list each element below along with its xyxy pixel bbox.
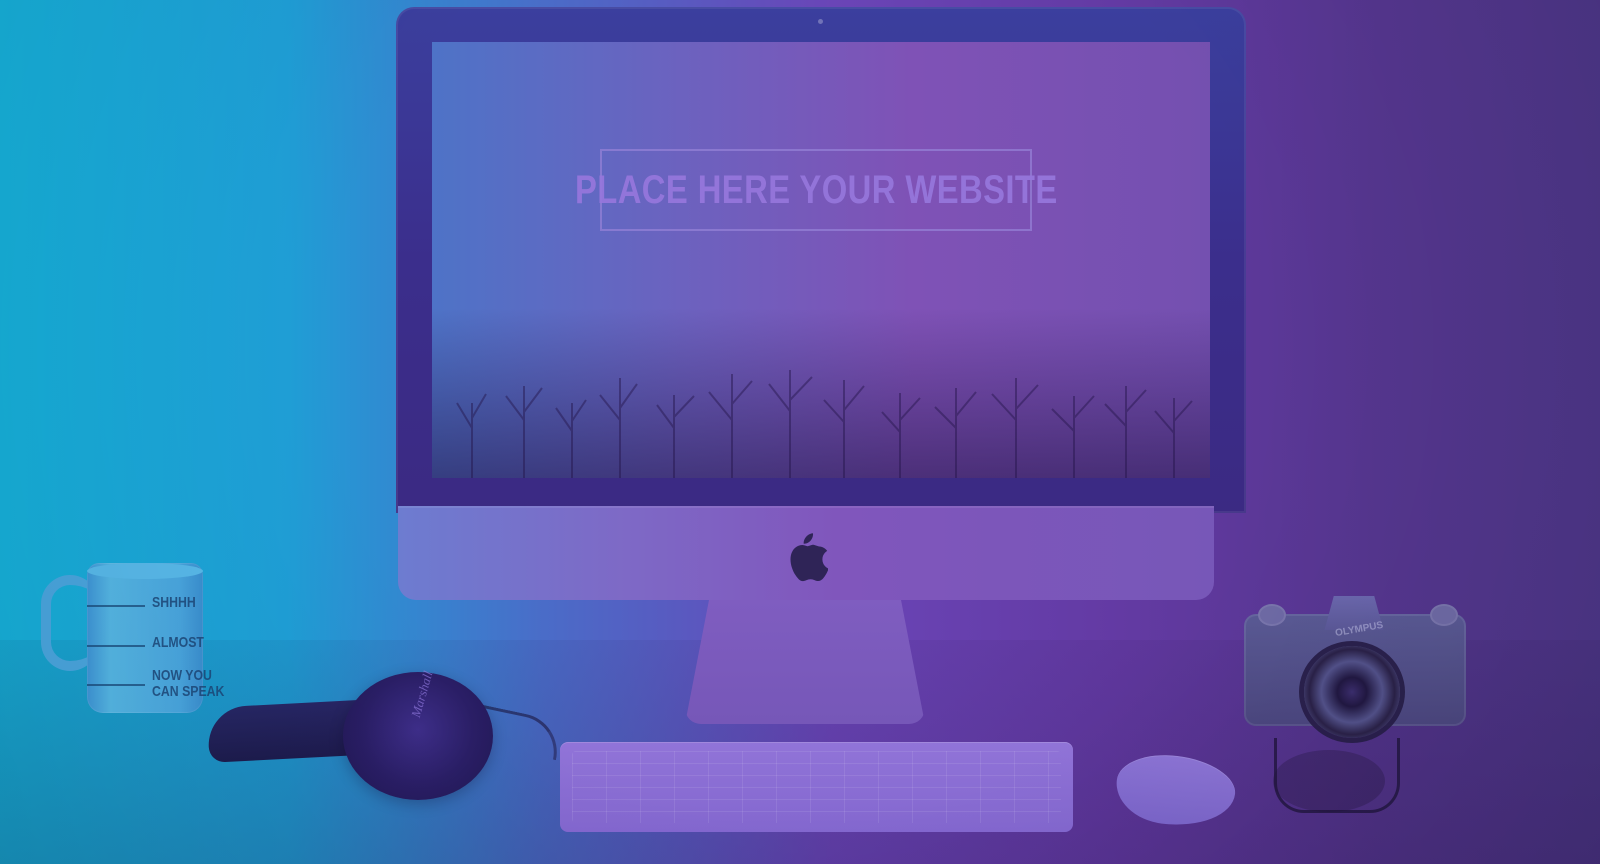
apple-icon <box>790 533 828 582</box>
trees-illustration <box>456 370 1193 478</box>
mug-fill-line-3 <box>87 684 145 686</box>
keyboard <box>560 742 1073 832</box>
mug-fill-line-2 <box>87 645 145 647</box>
mug-fill-line-1 <box>87 605 145 607</box>
website-placeholder-text: PLACE HERE YOUR WEBSITE <box>574 167 1058 212</box>
camera-strap <box>1274 738 1400 813</box>
monitor-screen: PLACE HERE YOUR WEBSITE <box>432 42 1210 478</box>
keyboard-keys <box>572 751 1061 823</box>
hero-scene: PLACE HERE YOUR WEBSITE SHHHH ALMOST NOW… <box>0 0 1600 864</box>
camera-dial-right <box>1430 604 1458 626</box>
mug-label-1: SHHHH <box>152 594 196 611</box>
film-camera: OLYMPUS <box>1238 590 1478 820</box>
camera-dot-icon <box>818 19 823 24</box>
headphones: Marshall <box>188 660 565 800</box>
imac-monitor: PLACE HERE YOUR WEBSITE <box>396 7 1246 732</box>
camera-dial-left <box>1258 604 1286 626</box>
coffee-mug: SHHHH ALMOST NOW YOU CAN SPEAK <box>41 557 224 717</box>
mug-label-2: ALMOST <box>152 634 204 651</box>
mug-rim <box>87 563 203 579</box>
website-placeholder-box: PLACE HERE YOUR WEBSITE <box>575 149 1057 231</box>
camera-lens <box>1304 646 1400 738</box>
monitor-stand <box>685 600 925 724</box>
monitor-bezel: PLACE HERE YOUR WEBSITE <box>396 7 1246 513</box>
